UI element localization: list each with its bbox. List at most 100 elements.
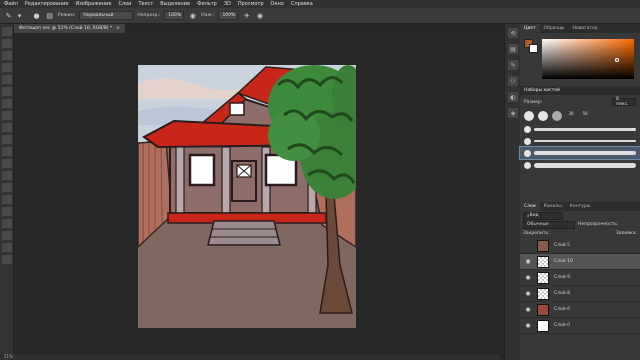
stroke-preview [534,140,636,142]
tools-panel [0,24,14,360]
brush-tip [524,137,531,145]
menu-window[interactable]: Окно [271,1,284,7]
lasso-tool-icon[interactable] [2,51,12,60]
mode-select[interactable]: Нормальный [79,11,134,20]
shape-tool-icon[interactable] [2,231,12,240]
brush-stroke-preset[interactable] [520,135,640,147]
tab-color[interactable]: Цвет [520,24,540,33]
left-window [188,153,216,187]
pressure-opacity-icon[interactable]: ◉ [188,11,197,20]
color-picker-field[interactable] [542,39,634,79]
eye-icon[interactable]: ◉ [524,290,532,297]
menu-filter[interactable]: Фильтр [197,1,217,7]
styles-icon[interactable]: ◈ [508,108,518,118]
blend-mode-select[interactable]: Обычные [523,220,575,229]
menu-help[interactable]: Справка [291,1,313,7]
porch-column [221,146,231,214]
type-tool-icon[interactable] [2,207,12,216]
tab-paths[interactable]: Контуры [566,202,595,211]
brush-stroke-preset[interactable] [520,123,640,135]
zoom-tool-icon[interactable] [2,255,12,264]
menu-3d[interactable]: 3D [224,1,231,7]
layer-filter-row: ⌕ Вид [520,211,640,220]
brush-stroke-preset-selected[interactable] [519,146,640,160]
eraser-tool-icon[interactable] [2,147,12,156]
brush-tip[interactable] [538,111,548,121]
stroke-preview [534,162,636,168]
blur-tool-icon[interactable] [2,171,12,180]
stroke-preview [534,151,636,155]
brush-tip[interactable] [552,111,562,121]
path-select-tool-icon[interactable] [2,219,12,228]
stamp-tool-icon[interactable] [2,123,12,132]
eye-icon[interactable]: ◉ [524,322,532,329]
background-swatch[interactable] [529,44,538,53]
porch-steps [207,220,281,246]
flow-input[interactable]: 100% [218,11,239,20]
brush-tip [524,161,531,169]
dodge-tool-icon[interactable] [2,183,12,192]
history-brush-tool-icon[interactable] [2,135,12,144]
menu-select[interactable]: Выделение [160,1,190,7]
brush-tip-30[interactable]: 30 [566,111,576,121]
layer-filter-select[interactable]: ⌕ Вид [523,211,563,220]
hand-tool-icon[interactable] [2,243,12,252]
eye-icon[interactable]: ◉ [524,306,532,313]
brush-preset-icon[interactable]: ● [32,11,41,20]
menu-edit[interactable]: Редактирование [25,1,69,7]
crop-tool-icon[interactable] [2,75,12,84]
move-tool-icon[interactable] [2,27,12,36]
eye-icon[interactable]: ◉ [524,258,532,265]
layer-row[interactable]: Слой 5 [520,238,640,254]
artwork-canvas[interactable] [138,65,356,328]
brush-size-input[interactable]: 8 пикс. [612,97,636,107]
lock-row: Закрепить: Заливка: [520,229,640,238]
brush-panel-icon[interactable]: ✎ [508,60,518,70]
layer-row-selected[interactable]: ◉ Слой 10 [520,254,640,270]
airbrush-icon[interactable]: ✈ [242,11,251,20]
layer-row[interactable]: ◉ Слой 0 [520,318,640,334]
layer-row[interactable]: ◉ Слой 8 [520,286,640,302]
menu-view[interactable]: Просмотр [238,1,264,7]
blend-row: Обычные Непрозрачность: [520,220,640,229]
canvas-area[interactable] [14,33,504,360]
menu-image[interactable]: Изображение [75,1,111,7]
clone-source-icon[interactable]: ⚇ [508,76,518,86]
pen-tool-icon[interactable] [2,195,12,204]
magic-wand-tool-icon[interactable] [2,63,12,72]
layer-row[interactable]: ◉ Слой 9 [520,270,640,286]
eye-icon[interactable]: ◉ [524,274,532,281]
layers-panel: Слои Каналы Контуры ⌕ Вид Обычные Непроз… [520,202,640,360]
brush-stroke-preset[interactable] [520,159,640,171]
pressure-size-icon[interactable]: ◉ [255,11,264,20]
adjustments-icon[interactable]: ◐ [508,92,518,102]
menu-file[interactable]: Файл [4,1,18,7]
layer-row[interactable]: ◉ Слой 6 [520,302,640,318]
brush-settings-icon[interactable]: ▤ [45,11,54,20]
menu-layers[interactable]: Слои [118,1,131,7]
brush-panel-title[interactable]: Наборы кистей [520,86,640,95]
mode-label: Режим: [58,13,76,18]
layer-name: Слой 6 [554,307,570,312]
healing-tool-icon[interactable] [2,99,12,108]
menu-text[interactable]: Текст [138,1,153,7]
brush-tip-50[interactable]: 50 [580,111,590,121]
tool-preset-picker[interactable]: ✎ ▾ [4,10,28,22]
gradient-tool-icon[interactable] [2,159,12,168]
opacity-input[interactable]: 100% [164,11,185,20]
zoom-level[interactable]: 51% [4,354,13,359]
tab-channels[interactable]: Каналы [540,202,566,211]
brush-tip[interactable] [524,111,534,121]
properties-icon[interactable]: ▤ [508,44,518,54]
document-tab[interactable]: Фотошоп лес @ 51% (Слой 10, RGB/8) * × [14,24,125,33]
close-icon[interactable]: × [116,26,120,31]
marquee-tool-icon[interactable] [2,39,12,48]
brush-tip [524,125,531,133]
tab-layers[interactable]: Слои [520,202,540,211]
eyedropper-tool-icon[interactable] [2,87,12,96]
history-icon[interactable]: ⟲ [508,28,518,38]
tab-swatches[interactable]: Образцы [540,24,569,33]
color-picker-marker[interactable] [615,58,619,62]
brush-tool-icon[interactable] [2,111,12,120]
tab-navigator[interactable]: Навигатор [569,24,602,33]
